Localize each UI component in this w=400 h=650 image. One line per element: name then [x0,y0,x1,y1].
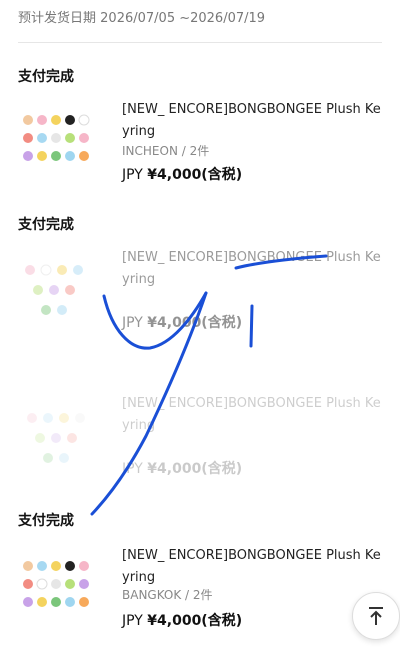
plush-keyring-thumbnail [23,114,90,161]
product-title[interactable]: [NEW_ ENCORE]BONGBONGEE Plush Keyring [122,393,384,437]
price-amount: ¥4,000(含税) [147,167,243,183]
product-variant: BANGKOK / 2件 [122,588,213,602]
order-status: 支付完成 [18,69,74,85]
order-status: 支付完成 [18,513,74,529]
price-amount: ¥4,000(含税) [147,315,243,331]
price-amount: ¥4,000(含税) [147,461,243,477]
pen-stroke [249,304,254,348]
plush-keyring-thumbnail [23,561,89,607]
product-price: JPY ¥4,000(含税) [122,312,242,332]
price-currency: JPY [122,461,143,477]
product-title[interactable]: [NEW_ ENCORE]BONGBONGEE Plush Keyring [122,99,384,143]
plush-keyring-thumbnail [27,413,85,463]
product-title[interactable]: [NEW_ ENCORE]BONGBONGEE Plush Keyring [122,247,384,291]
ship-date-bar: 预计发货日期 2026/07/05 ~2026/07/19 [18,0,382,43]
price-currency: JPY [122,613,143,629]
plush-keyring-thumbnail [25,264,83,315]
ship-date-label: 预计发货日期 [18,11,97,26]
product-price: JPY ¥4,000(含税) [122,610,242,630]
scroll-to-top-button[interactable] [352,592,400,640]
ship-date-range: 2026/07/05 ~2026/07/19 [100,11,266,26]
price-amount: ¥4,000(含税) [147,613,243,629]
price-currency: JPY [122,167,143,183]
product-price: JPY ¥4,000(含税) [122,458,242,478]
product-title[interactable]: [NEW_ ENCORE]BONGBONGEE Plush Keyring [122,545,384,589]
product-variant: INCHEON / 2件 [122,144,210,158]
product-price: JPY ¥4,000(含税) [122,164,242,184]
arrow-up-to-top-icon [369,607,383,625]
plush-grid-image [23,114,90,161]
price-currency: JPY [122,315,143,331]
order-status: 支付完成 [18,217,74,233]
